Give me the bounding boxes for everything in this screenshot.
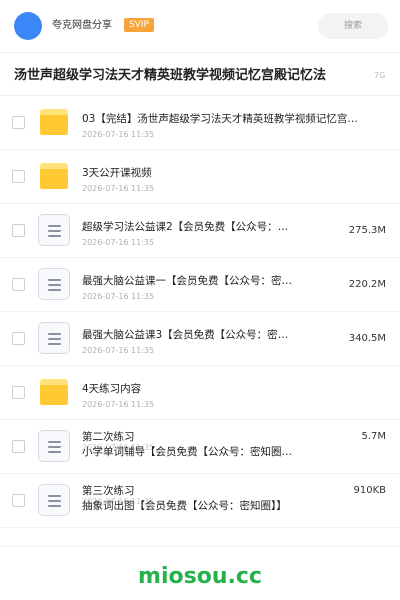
file-list: 03【完结】汤世声超级学习法天才精英班教学视频记忆宫殿记忆法 2026-07-1… bbox=[0, 96, 400, 528]
document-icon bbox=[38, 322, 70, 354]
folder-icon bbox=[40, 163, 68, 189]
file-size: 340.5M bbox=[348, 333, 386, 344]
file-size: 5.7M bbox=[361, 431, 386, 442]
user-name: 夸克网盘分享 bbox=[52, 20, 112, 31]
search-button[interactable]: 搜索 bbox=[318, 13, 388, 39]
document-icon bbox=[38, 214, 70, 246]
row-checkbox[interactable] bbox=[12, 332, 25, 345]
avatar[interactable] bbox=[14, 12, 42, 40]
file-row[interactable]: 3天公开课视频 2026-07-16 11:35 bbox=[0, 150, 400, 204]
file-row[interactable]: 第二次练习 2026-07-16 11:35 小学单词辅导【会员免费【公众号：密… bbox=[0, 420, 400, 474]
file-row[interactable]: 第三次练习 2026-07-16 11:35 抽象词出图【会员免费【公众号：密知… bbox=[0, 474, 400, 528]
row-checkbox[interactable] bbox=[12, 116, 25, 129]
file-name: 03【完结】汤世声超级学习法天才精英班教学视频记忆宫殿记忆法 bbox=[82, 113, 362, 125]
row-checkbox[interactable] bbox=[12, 224, 25, 237]
file-name-continued: 抽象词出图【会员免费【公众号：密知圈】】 bbox=[82, 500, 287, 512]
row-checkbox[interactable] bbox=[12, 278, 25, 291]
total-size: 7G bbox=[374, 71, 386, 80]
folder-icon bbox=[40, 109, 68, 135]
file-row[interactable]: 4天练习内容 2026-07-16 11:35 bbox=[0, 366, 400, 420]
document-icon bbox=[38, 430, 70, 462]
title-row: 汤世声超级学习法天才精英班教学视频记忆宫殿记忆法 7G bbox=[0, 52, 400, 96]
document-icon bbox=[38, 484, 70, 516]
divider bbox=[0, 546, 400, 547]
file-name: 3天公开课视频 bbox=[82, 167, 152, 179]
file-name: 最强大脑公益课一【会员免费【公众号：密知圈】】.mp4 bbox=[82, 275, 292, 287]
file-name: 超级学习法公益课2【会员免费【公众号：密知圈】】.mp4 bbox=[82, 221, 292, 233]
file-date: 2026-07-16 11:35 bbox=[82, 238, 155, 247]
folder-icon bbox=[40, 379, 68, 405]
row-checkbox[interactable] bbox=[12, 440, 25, 453]
file-row[interactable]: 最强大脑公益课3【会员免费【公众号：密知圈】】.mp4 2026-07-16 1… bbox=[0, 312, 400, 366]
svip-badge: SVIP bbox=[124, 18, 154, 32]
file-row[interactable]: 03【完结】汤世声超级学习法天才精英班教学视频记忆宫殿记忆法 2026-07-1… bbox=[0, 96, 400, 150]
file-name: 4天练习内容 bbox=[82, 383, 142, 395]
page-title: 汤世声超级学习法天才精英班教学视频记忆宫殿记忆法 bbox=[14, 68, 327, 83]
file-name-continued: 小学单词辅导【会员免费【公众号：密知圈】】 bbox=[82, 446, 292, 458]
file-date: 2026-07-16 11:35 bbox=[82, 346, 155, 355]
header: 夸克网盘分享 SVIP 搜索 bbox=[0, 0, 400, 52]
watermark: miosou.cc bbox=[138, 564, 262, 589]
row-checkbox[interactable] bbox=[12, 386, 25, 399]
file-size: 275.3M bbox=[348, 225, 386, 236]
file-date: 2026-07-16 11:35 bbox=[82, 184, 155, 193]
file-date: 2026-07-16 11:35 bbox=[82, 130, 155, 139]
row-checkbox[interactable] bbox=[12, 494, 25, 507]
file-row[interactable]: 最强大脑公益课一【会员免费【公众号：密知圈】】.mp4 2026-07-16 1… bbox=[0, 258, 400, 312]
row-checkbox[interactable] bbox=[12, 170, 25, 183]
file-size: 910KB bbox=[353, 485, 386, 496]
document-icon bbox=[38, 268, 70, 300]
file-date: 2026-07-16 11:35 bbox=[82, 400, 155, 409]
file-size: 220.2M bbox=[348, 279, 386, 290]
file-row[interactable]: 超级学习法公益课2【会员免费【公众号：密知圈】】.mp4 2026-07-16 … bbox=[0, 204, 400, 258]
file-date: 2026-07-16 11:35 bbox=[82, 292, 155, 301]
file-name: 最强大脑公益课3【会员免费【公众号：密知圈】】.mp4 bbox=[82, 329, 292, 341]
